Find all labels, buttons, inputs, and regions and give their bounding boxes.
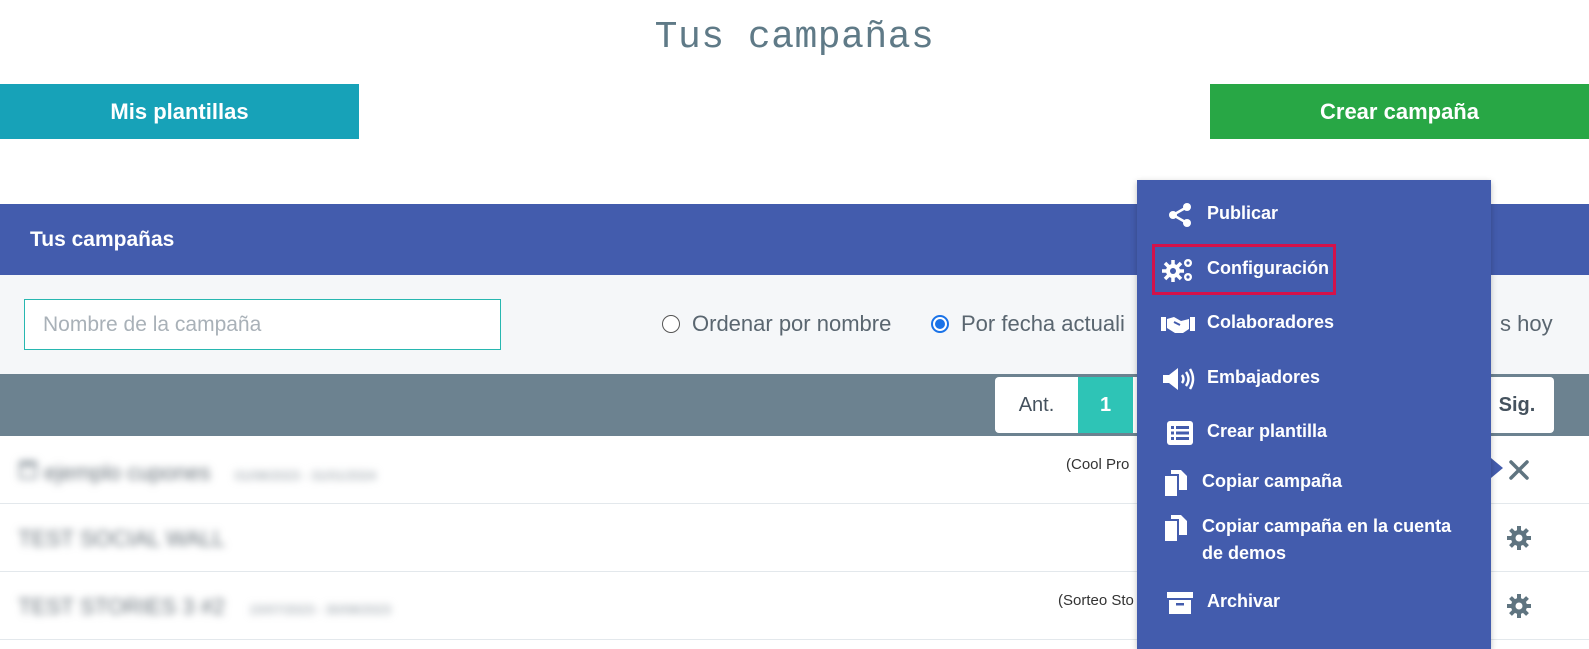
menu-item-label: Crear plantilla	[1207, 421, 1328, 441]
menu-item-label: Copiar campaña en la cuenta	[1202, 516, 1452, 536]
menu-item-copiar-demos[interactable]: Copiar campaña en la cuenta de demos	[1159, 513, 1479, 567]
menu-item-embajadores[interactable]: Embajadores	[1161, 364, 1481, 394]
campaign-search-input[interactable]	[24, 299, 501, 350]
sort-by-name-label: Ordenar por nombre	[692, 311, 892, 336]
copy-icon	[1159, 468, 1193, 498]
campaign-name: TEST SOCIAL WALL	[18, 526, 226, 551]
archive-icon	[1163, 588, 1197, 618]
campaign-type: (Sorteo Sto	[1058, 592, 1134, 609]
list-icon	[1163, 418, 1197, 448]
handshake-icon	[1161, 309, 1195, 339]
sort-by-date-radio[interactable]	[931, 315, 949, 333]
menu-item-label: Colaboradores	[1207, 312, 1335, 332]
gear-icon[interactable]	[1503, 522, 1535, 554]
menu-item-label: Archivar	[1207, 591, 1281, 611]
menu-item-colaboradores[interactable]: Colaboradores	[1161, 309, 1481, 339]
gears-icon	[1161, 255, 1195, 285]
menu-item-label: Configuración	[1207, 258, 1329, 278]
calendar-icon	[18, 460, 44, 485]
sort-hoy-option[interactable]: s hoy	[1500, 311, 1553, 337]
campaign-name: ejemplo cupones	[44, 460, 211, 485]
menu-item-publicar[interactable]: Publicar	[1163, 200, 1483, 230]
menu-item-label: Publicar	[1207, 203, 1279, 223]
pagination-page-1[interactable]: 1	[1078, 377, 1133, 433]
menu-item-label: Embajadores	[1207, 367, 1321, 387]
menu-item-crear-plantilla[interactable]: Crear plantilla	[1163, 418, 1483, 448]
campaign-name: TEST STORIES 3 #2	[18, 594, 226, 619]
dropdown-caret	[1491, 458, 1503, 478]
share-icon	[1163, 200, 1197, 230]
panel-title: Tus campañas	[30, 227, 175, 251]
campaign-dates: 15/07/2023 - 30/08/2023	[249, 602, 391, 617]
pagination-next-button[interactable]: Sig.	[1480, 377, 1554, 433]
sort-hoy-label: s hoy	[1500, 311, 1553, 336]
copy-icon	[1159, 513, 1193, 543]
my-templates-button[interactable]: Mis plantillas	[0, 84, 359, 139]
campaign-actions-dropdown: Publicar Configuración Colaboradores Emb…	[1137, 180, 1491, 649]
gear-icon[interactable]	[1503, 590, 1535, 622]
pagination-prev-button[interactable]: Ant.	[995, 377, 1078, 433]
close-icon[interactable]	[1503, 454, 1535, 486]
campaign-type: (Cool Pro	[1066, 456, 1130, 473]
page-title: Tus campañas	[654, 16, 935, 59]
pagination: Ant. 1	[995, 377, 1145, 433]
menu-item-label: Copiar campaña	[1202, 471, 1343, 491]
menu-item-label-line2: de demos	[1202, 543, 1287, 563]
menu-item-archivar[interactable]: Archivar	[1163, 588, 1483, 618]
sort-by-name-option[interactable]: Ordenar por nombre	[662, 311, 891, 337]
campaign-dates: 01/08/2023 - 31/01/2024	[234, 468, 377, 483]
create-campaign-button[interactable]: Crear campaña	[1210, 84, 1589, 139]
megaphone-icon	[1161, 364, 1195, 394]
sort-by-date-label: Por fecha actuali	[961, 311, 1125, 336]
menu-item-configuracion[interactable]: Configuración	[1161, 255, 1481, 285]
sort-by-date-option[interactable]: Por fecha actuali	[931, 311, 1125, 337]
sort-by-name-radio[interactable]	[662, 315, 680, 333]
menu-item-copiar-campana[interactable]: Copiar campaña	[1159, 468, 1479, 498]
